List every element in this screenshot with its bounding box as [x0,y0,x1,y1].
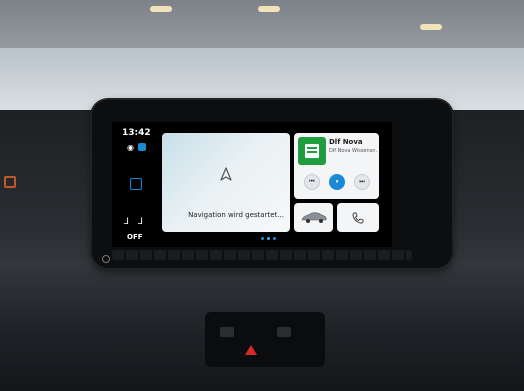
climate-off-label[interactable]: OFF [127,233,147,243]
notification-badge [138,143,146,151]
pause-icon: ⏸ [335,178,339,185]
seat-heater-left-icon[interactable]: ⅃ [124,218,129,227]
station-name: Dlf Nova [329,138,363,146]
dash-button[interactable] [102,255,110,263]
page-dot [273,237,276,240]
assist-button[interactable] [220,327,234,337]
previous-icon: ⏮ [309,178,315,185]
dash-warning-icon [4,176,16,188]
car-icon [301,212,327,223]
hazard-button-icon[interactable] [245,345,257,355]
previous-button[interactable]: ⏮ [304,174,320,190]
navigation-status-text: Navigation wird gestartet... [188,211,284,219]
air-vent [112,250,412,260]
page-dot-active [267,237,270,240]
ceiling-light [258,6,280,12]
navigation-arrow-icon [220,167,232,181]
phone-tile[interactable] [337,203,379,232]
connectivity-icon: ◉ [127,143,134,152]
home-square-icon[interactable] [130,178,142,190]
next-button[interactable]: ⏭ [354,174,370,190]
ceiling-light [150,6,172,12]
pause-button[interactable]: ⏸ [329,174,345,190]
seat-heater-right-icon[interactable]: ⅃ [138,218,143,227]
page-dot [261,237,264,240]
next-icon: ⏭ [359,178,365,185]
phone-icon [352,212,364,224]
album-art [298,137,326,165]
clock: 13:42 [122,128,151,138]
station-subtitle: Dlf Nova Wissensn... [329,148,377,154]
hazard-switch-panel [205,312,325,367]
car-status-tile[interactable] [294,203,333,232]
ceiling-light [420,24,442,30]
clima-button[interactable] [277,327,291,337]
